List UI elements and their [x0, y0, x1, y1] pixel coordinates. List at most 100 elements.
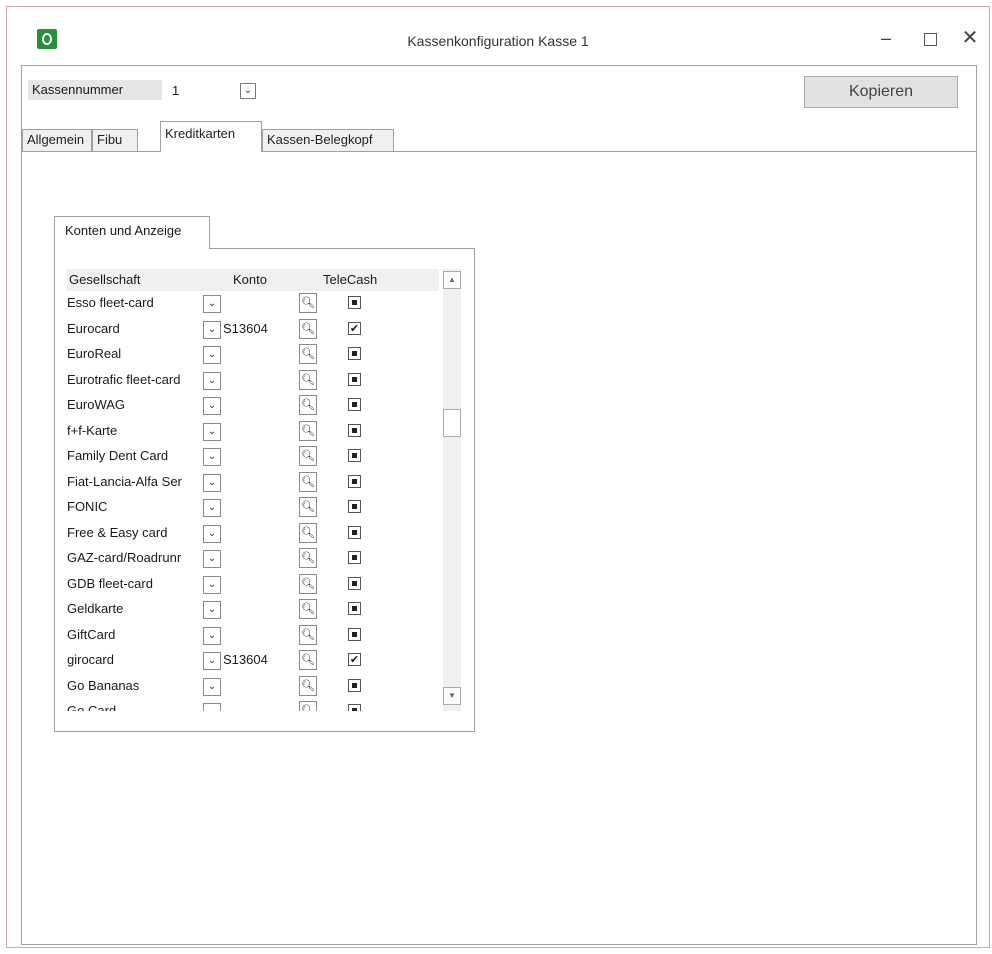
konto-search-button[interactable]: 🔍︎: [299, 395, 317, 415]
gesellschaft-cell: f+f-Karte: [67, 422, 118, 438]
chevron-down-icon: ⌄: [207, 578, 217, 590]
gesellschaft-cell: Esso fleet-card: [67, 295, 154, 310]
telecash-checkbox[interactable]: [348, 678, 361, 692]
gesellschaft-dropdown[interactable]: ⌄: [203, 448, 221, 466]
chevron-down-icon: ⌄: [207, 655, 217, 666]
search-icon: 🔍︎: [301, 347, 315, 360]
chevron-down-icon: ⌄: [207, 553, 217, 564]
search-icon: 🔍︎: [301, 500, 315, 513]
konto-search-button[interactable]: 🔍︎: [299, 599, 317, 619]
table-row: Eurocard ⌄ S13604 🔍︎ ✔: [67, 317, 439, 343]
konto-search-button[interactable]: 🔍︎: [299, 293, 317, 313]
table-row: Esso fleet-card ⌄ 🔍︎: [67, 291, 439, 317]
gesellschaft-cell: Eurotrafic fleet-card: [67, 371, 181, 387]
tab-kreditkarten[interactable]: Kreditkarten: [160, 121, 262, 152]
chevron-down-icon: ⌄: [207, 502, 217, 513]
telecash-checkbox[interactable]: [348, 449, 361, 462]
tab-fibu[interactable]: Fibu: [92, 129, 138, 151]
group-tab-konten-und-anzeige[interactable]: Konten und Anzeige: [54, 216, 210, 249]
scrollbar-thumb[interactable]: [443, 409, 461, 437]
konto-search-button[interactable]: 🔍︎: [299, 318, 317, 339]
chevron-down-icon: ⌄: [207, 349, 217, 360]
konto-search-button[interactable]: 🔍︎: [299, 522, 317, 543]
telecash-checkbox[interactable]: [348, 296, 361, 309]
grid-header: Gesellschaft Konto TeleCash: [67, 269, 439, 291]
close-button[interactable]: ✕: [955, 23, 985, 53]
kassennummer-dropdown[interactable]: ⌄: [240, 83, 256, 99]
gesellschaft-dropdown[interactable]: ⌄: [203, 320, 221, 339]
telecash-checkbox[interactable]: [348, 704, 361, 711]
tab-kassen-belegkopf[interactable]: Kassen-Belegkopf: [262, 129, 394, 151]
telecash-checkbox[interactable]: [348, 372, 361, 386]
table-row: GiftCard ⌄ 🔍︎: [67, 623, 439, 649]
telecash-checkbox[interactable]: [348, 347, 361, 360]
konto-search-button[interactable]: 🔍︎: [299, 369, 317, 390]
gesellschaft-dropdown[interactable]: ⌄: [203, 371, 221, 390]
gesellschaft-dropdown[interactable]: ⌄: [203, 524, 221, 543]
konto-search-button[interactable]: 🔍︎: [299, 497, 317, 517]
search-icon: 🔍︎: [301, 525, 315, 539]
gesellschaft-dropdown[interactable]: ⌄: [203, 601, 221, 619]
chevron-down-icon: ⌄: [207, 527, 217, 539]
telecash-checkbox[interactable]: [348, 602, 361, 615]
search-icon: 🔍︎: [301, 449, 315, 462]
table-row: Eurotrafic fleet-card ⌄ 🔍︎: [67, 368, 439, 394]
telecash-checkbox[interactable]: [348, 525, 361, 539]
konto-search-button[interactable]: 🔍︎: [299, 624, 317, 645]
konto-search-button[interactable]: 🔍︎: [299, 675, 317, 696]
search-icon: 🔍︎: [301, 627, 315, 641]
telecash-checkbox[interactable]: [348, 423, 361, 437]
table-row: Fiat-Lancia-Alfa Ser ⌄ 🔍︎: [67, 470, 439, 496]
gesellschaft-cell: Fiat-Lancia-Alfa Ser: [67, 473, 182, 489]
telecash-checkbox[interactable]: [348, 551, 361, 564]
kopieren-button[interactable]: Kopieren: [804, 76, 958, 108]
column-header-gesellschaft: Gesellschaft: [69, 272, 141, 287]
telecash-checkbox[interactable]: [348, 398, 361, 411]
konto-search-button[interactable]: 🔍︎: [299, 420, 317, 441]
kreditkarten-grid: Gesellschaft Konto TeleCash Esso fleet-c…: [67, 269, 439, 711]
table-row: EuroReal ⌄ 🔍︎: [67, 342, 439, 368]
column-header-konto: Konto: [233, 272, 267, 287]
konto-search-button[interactable]: 🔍︎: [299, 573, 317, 594]
telecash-checkbox[interactable]: [348, 500, 361, 513]
minimize-button[interactable]: –: [871, 23, 901, 53]
telecash-checkbox[interactable]: [348, 627, 361, 641]
gesellschaft-dropdown[interactable]: ⌄: [203, 422, 221, 441]
konto-search-button[interactable]: 🔍︎: [299, 446, 317, 466]
gesellschaft-dropdown[interactable]: ⌄: [203, 575, 221, 594]
konto-cell[interactable]: S13604: [223, 321, 268, 336]
gesellschaft-dropdown[interactable]: ⌄: [203, 473, 221, 492]
gesellschaft-dropdown[interactable]: ⌄: [203, 499, 221, 517]
maximize-button[interactable]: [915, 23, 945, 53]
gesellschaft-dropdown[interactable]: ⌄: [203, 677, 221, 696]
table-row: FONIC ⌄ 🔍︎: [67, 495, 439, 521]
scroll-up-icon[interactable]: ▲: [443, 271, 461, 289]
telecash-checkbox[interactable]: [348, 474, 361, 488]
gesellschaft-dropdown[interactable]: ⌄: [203, 652, 221, 670]
tab-allgemein[interactable]: Allgemein: [22, 129, 92, 151]
grid-scrollbar[interactable]: ▲ ▼: [441, 269, 463, 711]
konto-search-button[interactable]: 🔍︎: [299, 548, 317, 568]
konto-search-button[interactable]: 🔍︎: [299, 344, 317, 364]
gesellschaft-dropdown[interactable]: ⌄: [203, 550, 221, 568]
telecash-checkbox[interactable]: ✔: [348, 653, 361, 666]
gesellschaft-dropdown[interactable]: ⌄: [203, 626, 221, 645]
telecash-checkbox[interactable]: ✔: [348, 321, 361, 335]
telecash-checkbox[interactable]: [348, 576, 361, 590]
konto-cell[interactable]: S13604: [223, 652, 268, 667]
gesellschaft-dropdown[interactable]: ⌄: [203, 397, 221, 415]
table-row: f+f-Karte ⌄ 🔍︎: [67, 419, 439, 445]
gesellschaft-cell: Go Bananas: [67, 677, 140, 693]
gesellschaft-dropdown[interactable]: ⌄: [203, 346, 221, 364]
gesellschaft-dropdown[interactable]: ⌄: [203, 295, 221, 313]
konto-search-button[interactable]: 🔍︎: [299, 650, 317, 670]
table-row: GAZ-card/Roadrunr ⌄ 🔍︎: [67, 546, 439, 572]
scroll-down-icon[interactable]: ▼: [443, 687, 461, 705]
gesellschaft-dropdown[interactable]: ⌄: [203, 703, 221, 711]
konto-search-button[interactable]: 🔍︎: [299, 471, 317, 492]
table-row: girocard ⌄ S13604 🔍︎ ✔: [67, 648, 439, 674]
scrollbar-track[interactable]: [443, 269, 461, 711]
konto-search-button[interactable]: 🔍︎: [299, 701, 317, 711]
chevron-down-icon: ⌄: [207, 298, 217, 309]
table-row: GDB fleet-card ⌄ 🔍︎: [67, 572, 439, 598]
